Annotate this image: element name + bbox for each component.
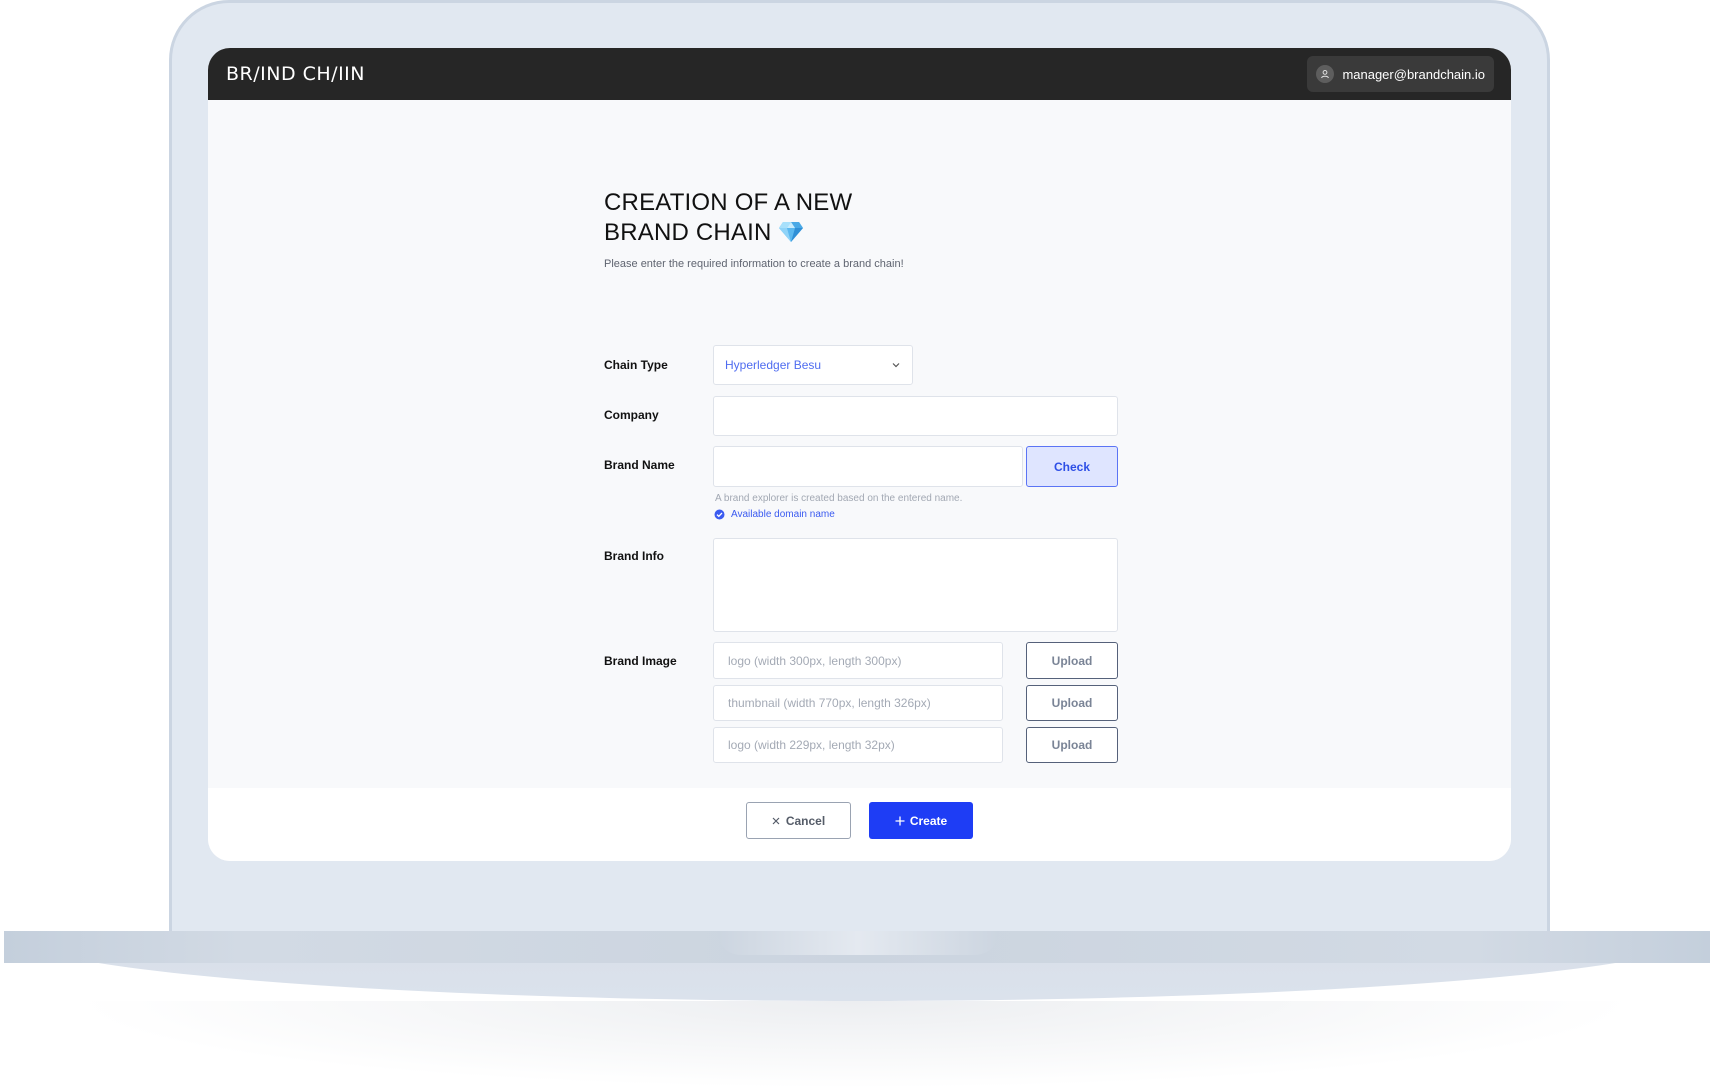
close-icon [772, 817, 780, 824]
top-bar: BR/IND CH/IIN manager@brandchain.io [208, 48, 1511, 100]
upload-thumbnail-button[interactable]: Upload [1026, 685, 1118, 721]
chevron-down-icon [892, 363, 900, 368]
company-label: Company [604, 408, 659, 422]
page-title: CREATION OF A NEW BRAND CHAIN [604, 188, 852, 248]
upload-small-logo-button[interactable]: Upload [1026, 727, 1118, 763]
create-label: Create [909, 813, 948, 828]
main-content: CREATION OF A NEW BRAND CHAIN Please ent… [208, 100, 1511, 788]
laptop-notch [717, 931, 999, 955]
logo-input[interactable]: logo (width 300px, length 300px) [713, 642, 1003, 679]
chain-type-value: Hyperledger Besu [725, 358, 822, 372]
chain-type-label: Chain Type [604, 358, 668, 372]
brand-name-input[interactable] [713, 446, 1023, 487]
user-icon [1316, 65, 1335, 83]
thumbnail-input[interactable]: thumbnail (width 770px, length 326px) [713, 685, 1003, 721]
plus-icon [895, 816, 905, 825]
account-email: manager@brandchain.io [1342, 66, 1485, 82]
check-button[interactable]: Check [1026, 446, 1118, 487]
brand-image-label: Brand Image [604, 654, 677, 668]
account-menu[interactable]: manager@brandchain.io [1307, 56, 1494, 92]
page-subtitle: Please enter the required information to… [604, 258, 904, 270]
page-title-line-1: CREATION OF A NEW [604, 189, 853, 216]
brand-info-label: Brand Info [604, 549, 664, 563]
small-logo-input[interactable]: logo (width 229px, length 32px) [713, 727, 1003, 763]
gem-icon [778, 222, 803, 242]
brand-info-textarea[interactable] [713, 538, 1118, 632]
brand-name-label: Brand Name [604, 458, 675, 472]
page-title-line-2: BRAND CHAIN [604, 219, 772, 246]
upload-logo-button[interactable]: Upload [1026, 642, 1118, 679]
brand-name-hint: A brand explorer is created based on the… [715, 493, 963, 504]
domain-status: Available domain name [714, 509, 835, 520]
create-button[interactable]: Create [869, 802, 973, 839]
app-screen: BR/IND CH/IIN manager@brandchain.io CREA… [208, 48, 1511, 861]
company-input[interactable] [713, 396, 1118, 436]
check-circle-icon [714, 509, 725, 520]
domain-status-text: Available domain name [731, 509, 835, 520]
form-footer: Cancel Create [208, 788, 1511, 861]
cancel-button[interactable]: Cancel [746, 802, 851, 839]
laptop-shadow [70, 1001, 1640, 1089]
chain-type-select[interactable]: Hyperledger Besu [713, 345, 913, 385]
cancel-label: Cancel [785, 813, 826, 828]
brand-logo[interactable]: BR/IND CH/IIN [226, 63, 365, 85]
laptop-mockup: BR/IND CH/IIN manager@brandchain.io CREA… [0, 0, 1710, 1089]
